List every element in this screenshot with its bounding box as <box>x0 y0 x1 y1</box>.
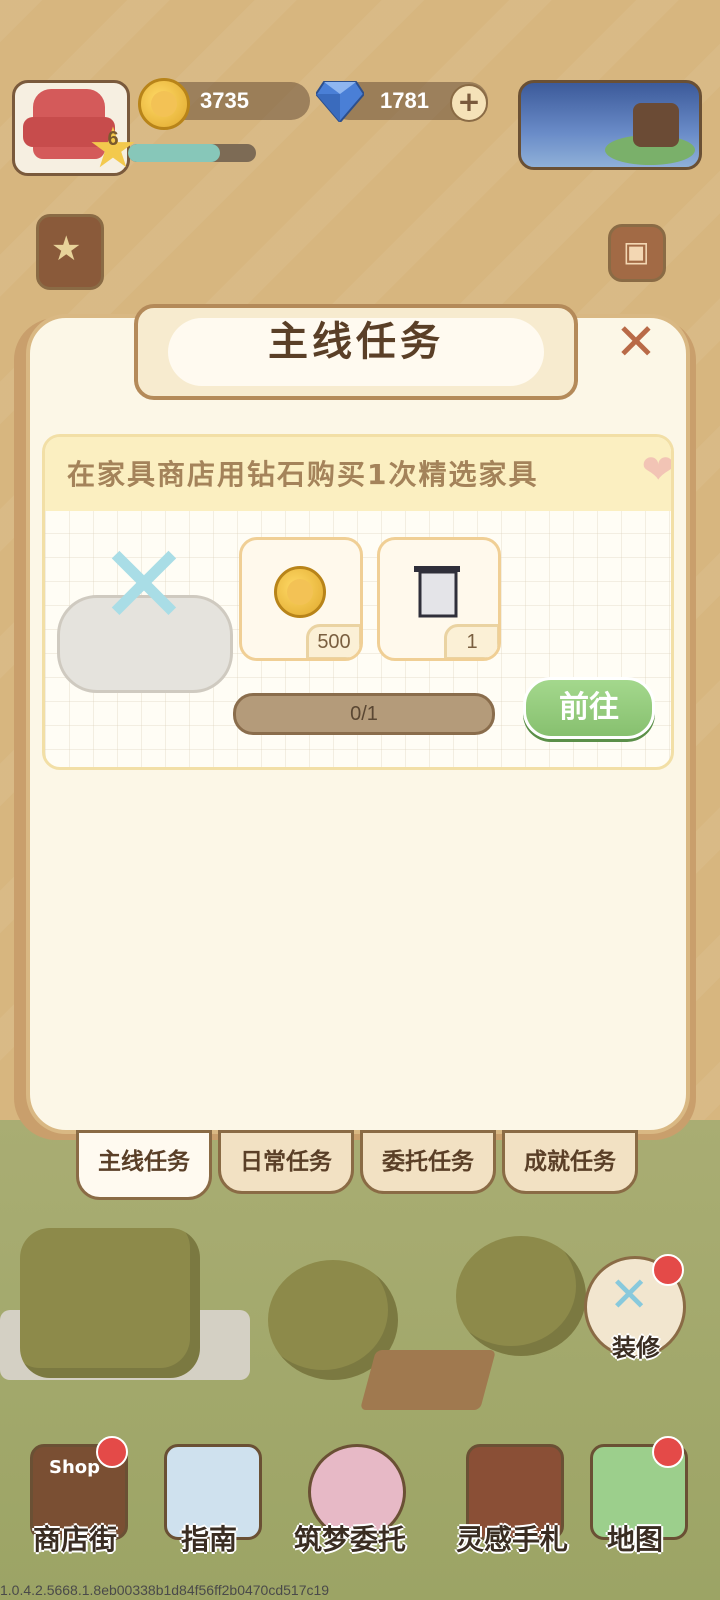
reward-coin[interactable]: 500 <box>239 537 363 661</box>
island-preview[interactable] <box>518 80 702 170</box>
add-gems-button[interactable]: + <box>450 84 488 122</box>
coin-icon <box>274 566 326 618</box>
nav-map[interactable]: 地图 <box>580 1436 690 1566</box>
star-icon: ★ <box>51 229 82 269</box>
nav-label: 指南 <box>180 1523 237 1556</box>
shop-badge <box>96 1436 128 1468</box>
tab-commission-quests[interactable]: 委托任务 <box>360 1130 496 1194</box>
tab-achievement-quests[interactable]: 成就任务 <box>502 1130 638 1194</box>
inventory-box-button[interactable]: ▣ <box>608 224 666 282</box>
gem-icon <box>316 81 364 122</box>
tab-daily-quests[interactable]: 日常任务 <box>218 1130 354 1194</box>
map-badge <box>652 1436 684 1468</box>
xp-bar-fill <box>128 144 221 162</box>
player-level: 6 <box>107 128 119 150</box>
box-icon: ▣ <box>623 235 650 268</box>
reward-count: 500 <box>306 624 360 658</box>
furniture-preview: ✕ <box>53 521 233 707</box>
nav-shop-street[interactable]: Shop 商店街 <box>20 1436 130 1566</box>
task-progress-bar: 0/1 <box>233 693 495 735</box>
version-string: 1.0.4.2.5668.1.8eb00338b1d84f56ff2b0470c… <box>0 1582 330 1598</box>
nav-label: 地图 <box>606 1523 663 1556</box>
nav-dream-commission[interactable]: 筑梦委托 <box>290 1436 410 1566</box>
decorate-label: 装修 <box>612 1334 660 1362</box>
collection-book-button[interactable]: ★ <box>36 214 104 290</box>
modal-title-plate: 主线任务 <box>134 304 578 400</box>
coin-icon <box>138 78 190 130</box>
hedge <box>20 1228 200 1378</box>
reward-frame[interactable]: 1 <box>377 537 501 661</box>
nav-guide[interactable]: 指南 <box>154 1436 264 1566</box>
tab-main-quests[interactable]: 主线任务 <box>76 1130 212 1200</box>
picnic-table <box>359 1350 497 1410</box>
nav-label: 灵感手札 <box>455 1523 568 1556</box>
frame-icon <box>414 566 460 618</box>
modal-title: 主线任务 <box>268 319 444 365</box>
house-silhouette <box>633 103 679 147</box>
nav-label: 筑梦委托 <box>293 1523 406 1556</box>
gem-amount: 1781 <box>380 88 429 113</box>
bush <box>456 1236 586 1356</box>
task-header: 在家具商店用钻石购买1次精选家具 ❤ <box>45 437 671 511</box>
close-icon[interactable]: ✕ <box>612 317 660 367</box>
task-description: 在家具商店用钻石购买1次精选家具 <box>67 458 539 491</box>
reward-count: 1 <box>444 624 498 658</box>
decorate-badge <box>652 1254 684 1286</box>
heart-decoration-icon: ❤ <box>641 447 674 493</box>
task-card: 在家具商店用钻石购买1次精选家具 ❤ ✕ 500 1 0/1 前往 <box>42 434 674 770</box>
xp-bar <box>128 144 256 162</box>
nav-label: 商店街 <box>32 1523 117 1556</box>
nav-inspiration-notes[interactable]: 灵感手札 <box>450 1436 574 1566</box>
crossed-frame-icon: ✕ <box>97 521 191 649</box>
coin-amount: 3735 <box>200 88 249 113</box>
shop-sign: Shop <box>49 1457 101 1478</box>
go-button[interactable]: 前往 <box>523 677 655 739</box>
decorate-icon: ✕ <box>609 1267 650 1323</box>
